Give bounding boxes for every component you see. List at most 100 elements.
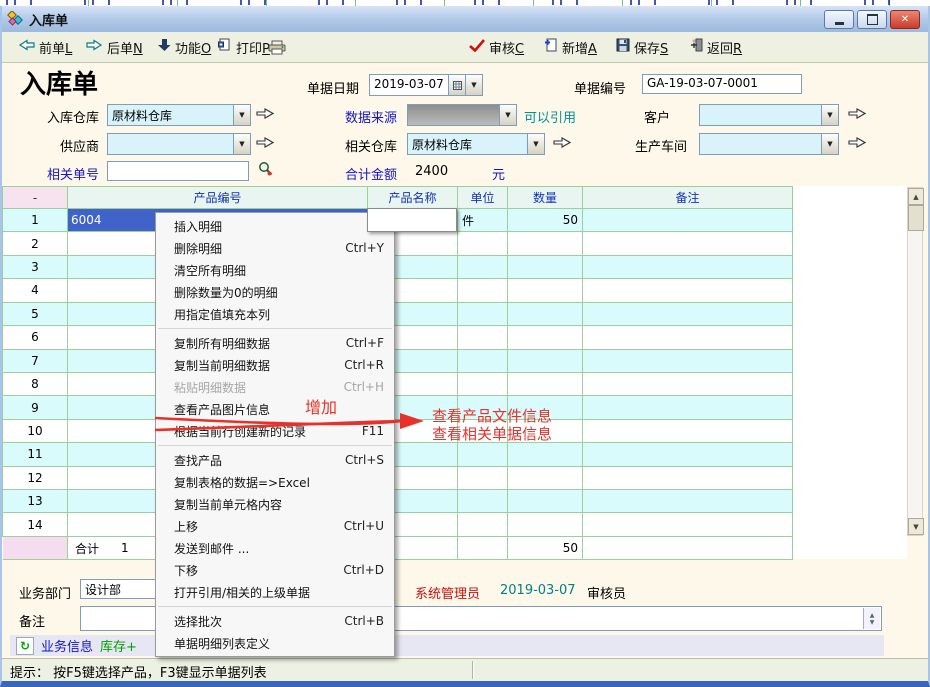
cell-unit[interactable] <box>458 303 508 326</box>
save-button[interactable]: 保存S <box>612 36 672 58</box>
audit-button[interactable]: 审核C <box>465 36 528 58</box>
cell-note[interactable] <box>583 303 793 326</box>
cell-unit[interactable] <box>458 467 508 490</box>
cell-unit[interactable]: 件 <box>458 209 508 232</box>
cell-unit[interactable] <box>458 513 508 536</box>
table-row[interactable]: 13 <box>3 490 793 513</box>
functions-button[interactable]: 功能O <box>154 36 215 58</box>
cell-note[interactable] <box>583 396 793 419</box>
scroll-down-icon[interactable]: ▼ <box>908 518 924 535</box>
cell-note[interactable] <box>583 350 793 373</box>
cell-num[interactable]: 12 <box>3 467 68 490</box>
cell-qty[interactable] <box>508 303 583 326</box>
cell-unit[interactable] <box>458 279 508 302</box>
cell-num[interactable]: 4 <box>3 279 68 302</box>
related-warehouse-combo[interactable]: 原材料仓库 ▼ <box>407 133 545 155</box>
cell-num[interactable]: 1 <box>3 209 68 232</box>
context-menu-item[interactable]: 发送到邮件 ... <box>156 537 394 559</box>
cell-note[interactable] <box>583 513 793 536</box>
table-row[interactable]: 3 <box>3 256 793 279</box>
warehouse-combo[interactable]: 原材料仓库 ▼ <box>107 104 251 126</box>
header-code[interactable]: 产品编号 <box>68 187 368 209</box>
cell-qty[interactable] <box>508 513 583 536</box>
back-button[interactable]: 返回R <box>686 36 746 58</box>
cell-qty[interactable] <box>508 490 583 513</box>
header-unit[interactable]: 单位 <box>458 187 508 209</box>
cell-num[interactable]: 9 <box>3 396 68 419</box>
pick-customer-hand-icon[interactable] <box>848 107 866 120</box>
cell-unit[interactable] <box>458 256 508 279</box>
chevron-down-icon[interactable]: ▼ <box>527 134 544 154</box>
cell-unit[interactable] <box>458 373 508 396</box>
context-menu-item[interactable]: 选择批次Ctrl+B <box>156 610 394 632</box>
context-menu-item[interactable]: 删除明细Ctrl+Y <box>156 237 394 259</box>
remark-spinner[interactable]: ▲ ▼ <box>863 608 880 629</box>
date-field[interactable]: 2019-03-07 ▼ <box>369 74 483 96</box>
pick-related-warehouse-hand-icon[interactable] <box>553 136 571 149</box>
chevron-down-icon[interactable]: ▼ <box>821 134 838 154</box>
cell-qty[interactable] <box>508 256 583 279</box>
chevron-down-icon[interactable]: ▼ <box>821 105 838 125</box>
cell-unit[interactable] <box>458 350 508 373</box>
header-rowmark[interactable]: - <box>3 187 68 209</box>
related-docno-input[interactable] <box>107 161 249 181</box>
cell-num[interactable]: 13 <box>3 490 68 513</box>
cell-note[interactable] <box>583 420 793 443</box>
cell-num[interactable]: 8 <box>3 373 68 396</box>
cell-qty[interactable] <box>508 232 583 255</box>
cell-qty[interactable] <box>508 373 583 396</box>
cell-qty[interactable] <box>508 326 583 349</box>
cell-unit[interactable] <box>458 326 508 349</box>
cell-num[interactable]: 14 <box>3 513 68 536</box>
context-menu-item[interactable]: 用指定值填充本列 <box>156 303 394 325</box>
scroll-up-icon[interactable]: ▲ <box>908 188 924 205</box>
table-row[interactable]: 4 <box>3 279 793 302</box>
close-button[interactable]: ✕ <box>890 10 920 29</box>
table-row[interactable]: 6 <box>3 326 793 349</box>
context-menu-item[interactable]: 下移Ctrl+D <box>156 559 394 581</box>
pick-supplier-hand-icon[interactable] <box>256 136 274 149</box>
cell-qty[interactable] <box>508 350 583 373</box>
supplier-combo[interactable]: ▼ <box>107 133 251 155</box>
cell-note[interactable] <box>583 279 793 302</box>
cell-num[interactable]: 6 <box>3 326 68 349</box>
next-doc-button[interactable]: 后单N <box>82 36 147 58</box>
context-menu-item[interactable]: 打开引用/相关的上级单据 <box>156 581 394 603</box>
cell-qty[interactable]: 50 <box>508 209 583 232</box>
context-menu-item[interactable]: 单据明细列表定义 <box>156 632 394 654</box>
context-menu-item[interactable]: 插入明细 <box>156 215 394 237</box>
cell-note[interactable] <box>583 232 793 255</box>
cell-note[interactable] <box>583 467 793 490</box>
search-doc-icon[interactable] <box>257 161 274 181</box>
spinner-down-icon[interactable]: ▼ <box>870 619 875 626</box>
printer-icon[interactable] <box>264 36 291 58</box>
context-menu-item[interactable]: 复制所有明细数据Ctrl+F <box>156 332 394 354</box>
calendar-icon[interactable] <box>448 75 465 95</box>
minimize-button[interactable] <box>824 10 854 29</box>
cell-unit[interactable] <box>458 490 508 513</box>
cell-num[interactable]: 2 <box>3 232 68 255</box>
maximize-button[interactable] <box>857 10 887 29</box>
cell-unit[interactable] <box>458 443 508 466</box>
table-row[interactable]: 12 <box>3 467 793 490</box>
cell-qty[interactable] <box>508 467 583 490</box>
cell-num[interactable]: 3 <box>3 256 68 279</box>
table-row[interactable]: 2 <box>3 232 793 255</box>
header-qty[interactable]: 数量 <box>508 187 583 209</box>
context-menu-item[interactable]: 删除数量为0的明细 <box>156 281 394 303</box>
context-menu-item[interactable]: 复制当前单元格内容 <box>156 493 394 515</box>
header-name[interactable]: 产品名称 <box>368 187 458 209</box>
scrollbar-thumb[interactable] <box>908 205 924 231</box>
header-note[interactable]: 备注 <box>583 187 793 209</box>
spinner-up-icon[interactable]: ▲ <box>870 612 875 619</box>
cell-qty[interactable] <box>508 279 583 302</box>
date-dropdown-arrow[interactable]: ▼ <box>465 75 482 95</box>
business-info-link[interactable]: 业务信息 <box>41 636 93 655</box>
cell-note[interactable] <box>583 490 793 513</box>
chevron-down-icon[interactable]: ▼ <box>499 105 516 125</box>
cell-note[interactable] <box>583 256 793 279</box>
workshop-combo[interactable]: ▼ <box>699 133 839 155</box>
context-menu-item[interactable]: 复制表格的数据=>Excel <box>156 471 394 493</box>
pick-workshop-hand-icon[interactable] <box>848 136 866 149</box>
cell-editor-box[interactable] <box>367 208 457 232</box>
